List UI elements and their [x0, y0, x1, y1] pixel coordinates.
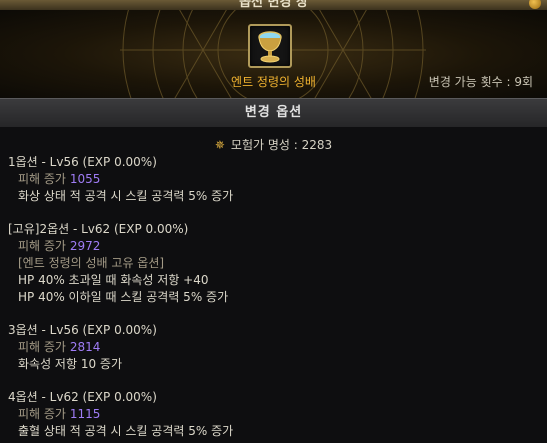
option-effect: 화상 상태 적 공격 시 스킬 공격력 5% 증가 — [18, 189, 234, 203]
option-block-3: 3옵션 - Lv56 (EXP 0.00%) 피해 증가 2814 화속성 저항… — [8, 322, 157, 373]
damage-line: 피해 증가 2972 — [8, 238, 228, 255]
option-header: [고유]2옵션 - Lv62 (EXP 0.00%) — [8, 222, 189, 236]
damage-value: 1055 — [69, 172, 101, 186]
chalice-icon — [258, 31, 282, 63]
window-title: 옵션 변경 창 — [239, 0, 308, 10]
adventurer-fame: ✵ 모험가 명성 : 2283 — [0, 137, 547, 154]
unique-option-label: [엔트 정령의 성배 고유 옵션] — [18, 256, 165, 270]
options-panel: ✵ 모험가 명성 : 2283 1옵션 - Lv56 (EXP 0.00%) 피해… — [0, 127, 547, 443]
fame-emblem-icon: ✵ — [214, 138, 225, 152]
item-banner: 엔트 정령의 성배 변경 가능 횟수 : 9회 — [0, 10, 547, 98]
section-header: 변경 옵션 — [0, 98, 547, 128]
damage-line: 피해 증가 1055 — [8, 171, 233, 188]
option-effect: HP 40% 초과일 때 화속성 저항 +40 — [18, 273, 209, 287]
damage-value: 2814 — [69, 340, 101, 354]
damage-line: 피해 증가 2814 — [8, 339, 157, 356]
item-slot[interactable] — [248, 24, 292, 68]
damage-label: 피해 증가 — [18, 172, 66, 186]
section-title: 변경 옵션 — [244, 105, 303, 120]
damage-value: 2972 — [69, 239, 101, 253]
option-effect: 화속성 저항 10 증가 — [18, 357, 122, 371]
option-header: 1옵션 - Lv56 (EXP 0.00%) — [8, 155, 157, 169]
option-block-4: 4옵션 - Lv62 (EXP 0.00%) 피해 증가 1115 출혈 상태 … — [8, 389, 233, 440]
option-header: 3옵션 - Lv56 (EXP 0.00%) — [8, 323, 157, 337]
option-block-1: 1옵션 - Lv56 (EXP 0.00%) 피해 증가 1055 화상 상태 … — [8, 154, 233, 205]
damage-label: 피해 증가 — [18, 340, 66, 354]
option-effect: 출혈 상태 적 공격 시 스킬 공격력 5% 증가 — [18, 424, 234, 438]
option-header: 4옵션 - Lv62 (EXP 0.00%) — [8, 390, 157, 404]
damage-label: 피해 증가 — [18, 239, 66, 253]
option-effect: HP 40% 이하일 때 스킬 공격력 5% 증가 — [18, 290, 229, 304]
option-block-2: [고유]2옵션 - Lv62 (EXP 0.00%) 피해 증가 2972 [엔… — [8, 221, 228, 306]
damage-line: 피해 증가 1115 — [8, 406, 233, 423]
change-count: 변경 가능 횟수 : 9회 — [428, 75, 533, 89]
damage-label: 피해 증가 — [18, 407, 66, 421]
damage-value: 1115 — [69, 407, 101, 421]
fame-label: 모험가 명성 : 2283 — [230, 138, 333, 152]
